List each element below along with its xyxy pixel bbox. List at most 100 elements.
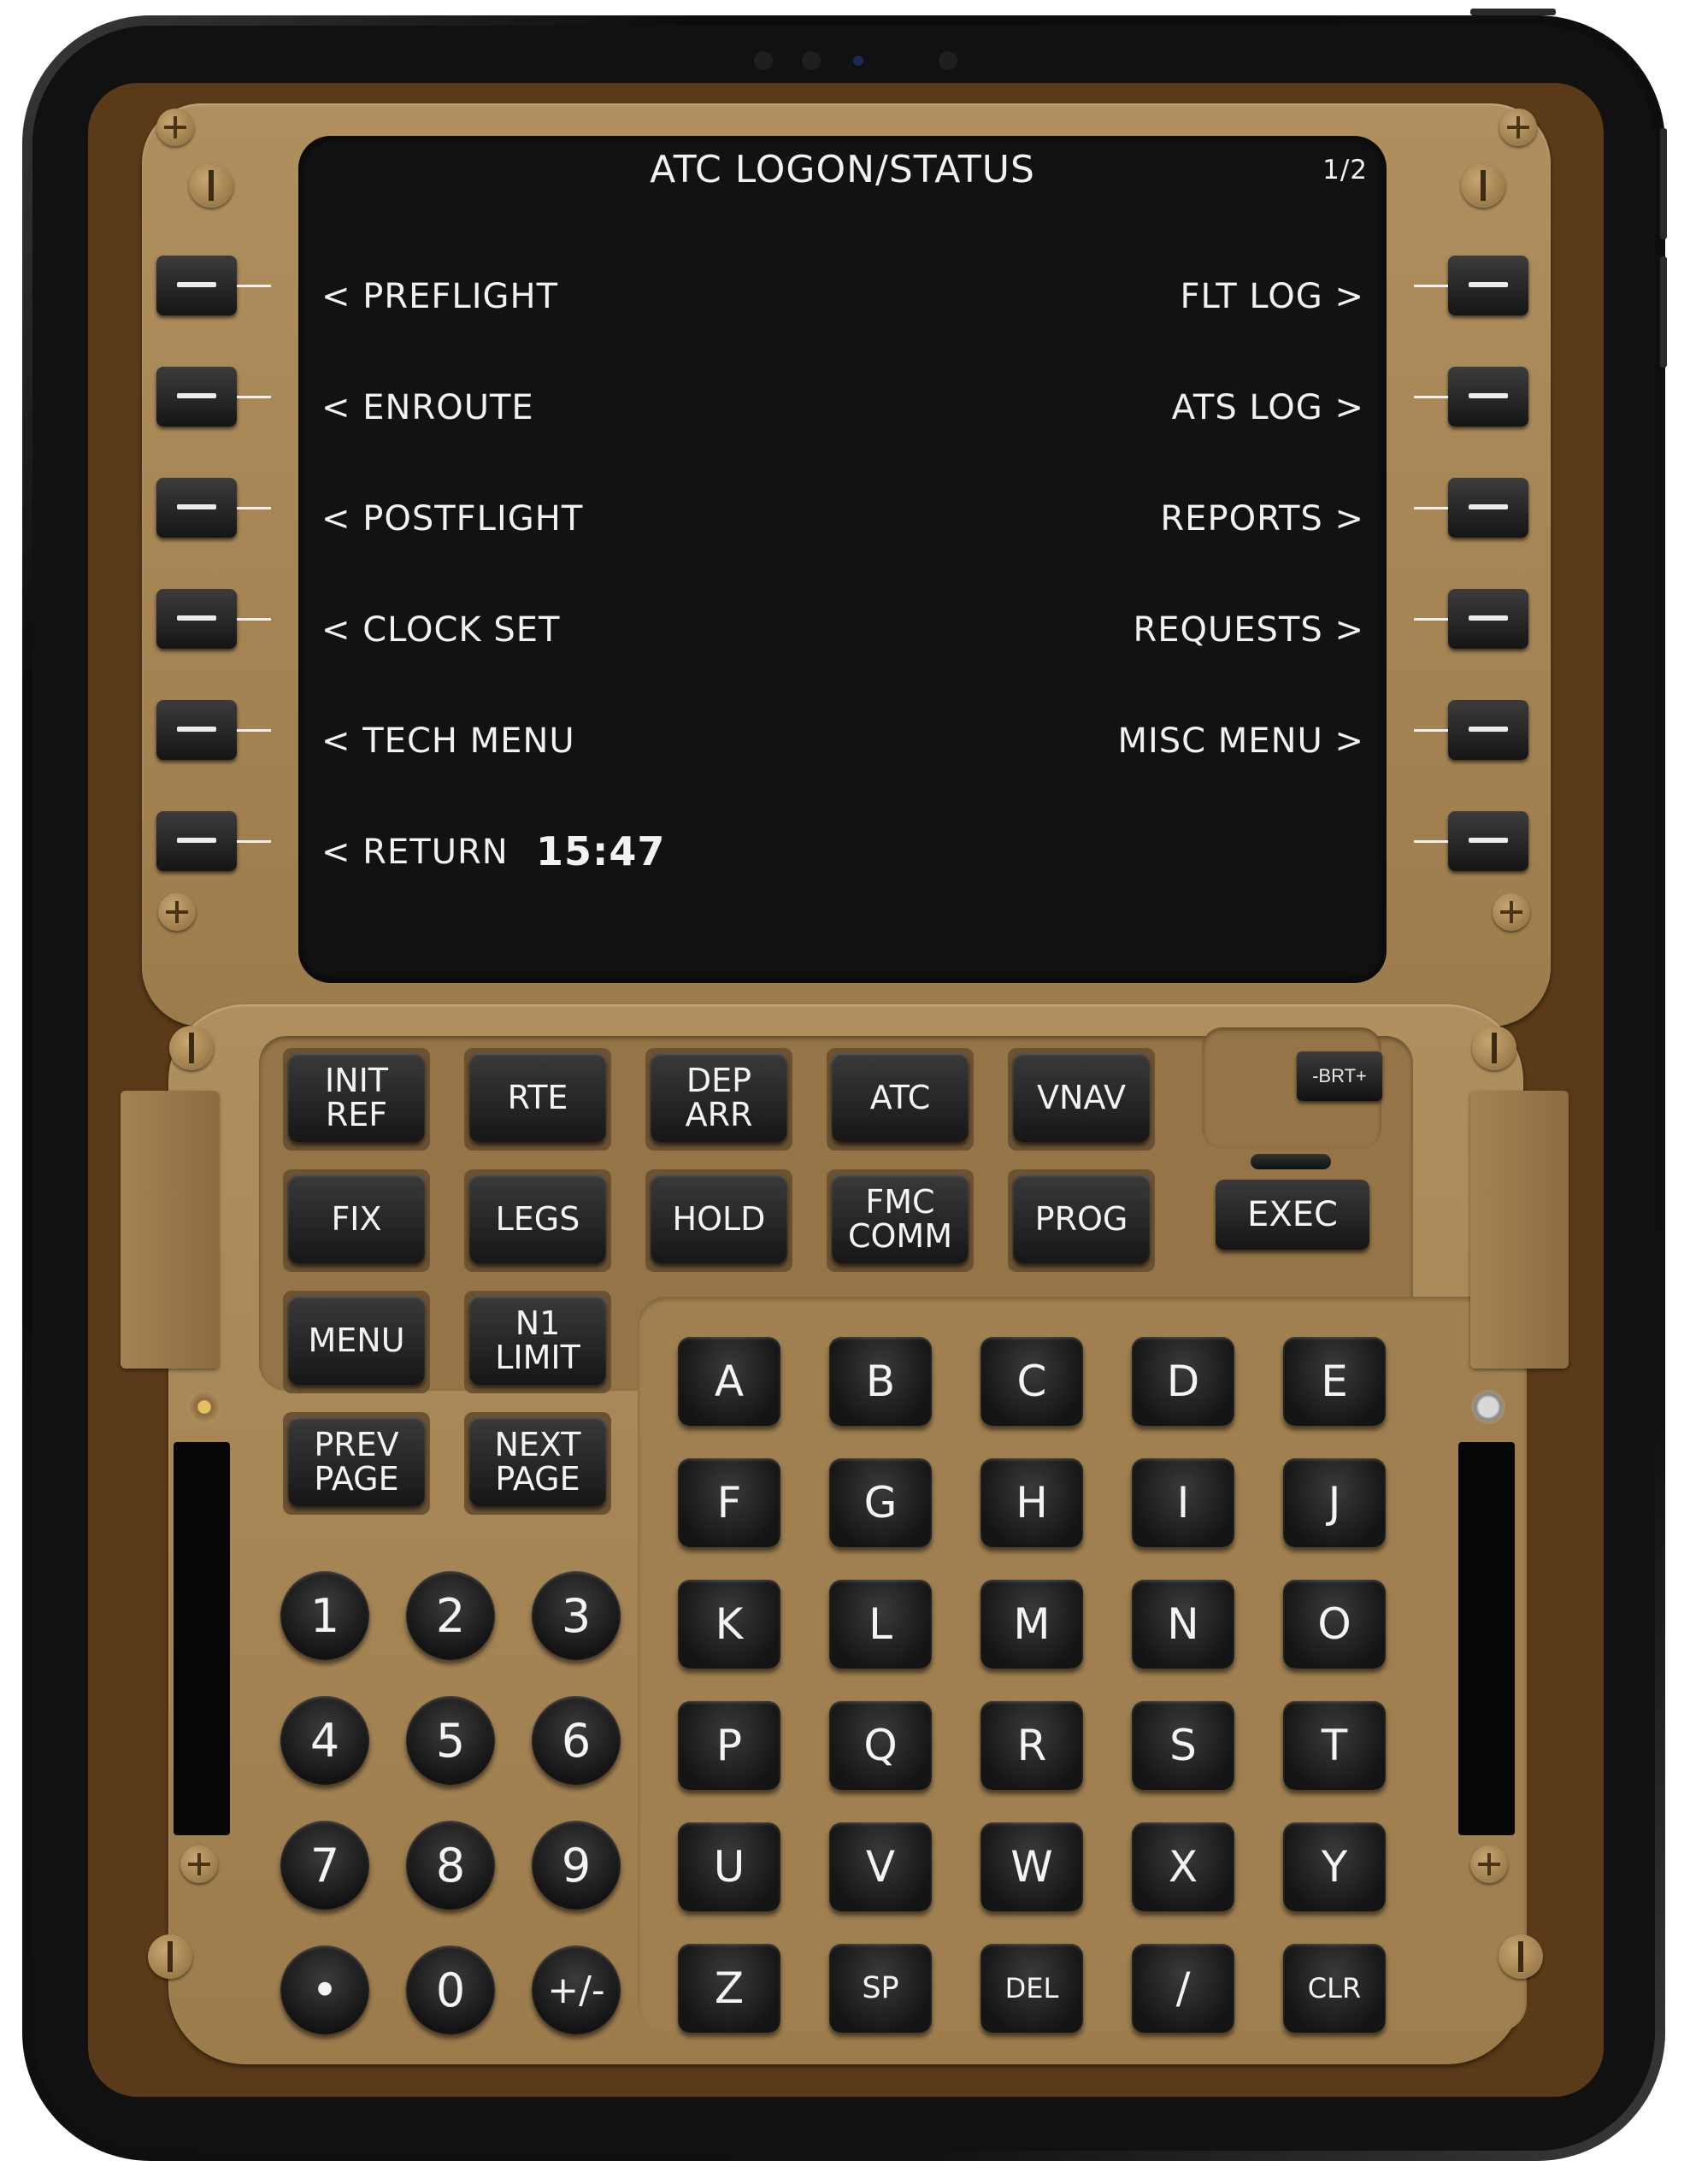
- decimal-key[interactable]: •: [280, 1946, 369, 2034]
- alpha-key-v[interactable]: V: [829, 1822, 932, 1911]
- leader-line: [1414, 618, 1448, 621]
- num-key-0[interactable]: 0: [406, 1946, 495, 2034]
- space-key[interactable]: SP: [829, 1944, 932, 2033]
- alpha-key-u[interactable]: U: [678, 1822, 780, 1911]
- leader-line: [1414, 840, 1448, 843]
- alpha-key-f[interactable]: F: [678, 1458, 780, 1547]
- exec-light-icon: [1251, 1154, 1331, 1169]
- lsk-6r[interactable]: [1448, 811, 1528, 871]
- lsk-3l[interactable]: [156, 478, 237, 538]
- num-key-6[interactable]: 6: [532, 1696, 621, 1785]
- alpha-key-j[interactable]: J: [1283, 1458, 1386, 1547]
- lsk-5r[interactable]: [1448, 700, 1528, 760]
- page-number: 1/2: [1322, 155, 1368, 185]
- alpha-key-h[interactable]: H: [980, 1458, 1083, 1547]
- lsk-4r[interactable]: [1448, 589, 1528, 649]
- camera-lens-icon: [853, 56, 863, 66]
- page-title: ATC LOGON/STATUS: [650, 148, 1035, 191]
- next-page-key[interactable]: NEXT PAGE: [469, 1417, 606, 1506]
- key-well: FMC COMM: [827, 1169, 974, 1272]
- leader-line: [237, 840, 271, 843]
- exec-key[interactable]: EXEC: [1216, 1180, 1369, 1250]
- alpha-key-w[interactable]: W: [980, 1822, 1083, 1911]
- fmc-comm-key[interactable]: FMC COMM: [832, 1174, 969, 1263]
- vnav-key[interactable]: VNAV: [1013, 1053, 1150, 1142]
- screw-icon: [169, 1026, 214, 1070]
- cdu-panel: ATC LOGON/STATUS 1/2 < PREFLIGHT < ENROU…: [88, 83, 1604, 2097]
- alpha-key-s[interactable]: S: [1132, 1701, 1234, 1790]
- key-well: PROG: [1008, 1169, 1155, 1272]
- brightness-control[interactable]: -BRT+: [1297, 1051, 1382, 1101]
- alpha-key-z[interactable]: Z: [678, 1944, 780, 2033]
- screw-icon: [1470, 1846, 1508, 1883]
- screw-icon: [1472, 1026, 1516, 1070]
- alpha-key-d[interactable]: D: [1132, 1337, 1234, 1426]
- alpha-key-o[interactable]: O: [1283, 1580, 1386, 1669]
- lsk-2r[interactable]: [1448, 367, 1528, 427]
- alpha-key-r[interactable]: R: [980, 1701, 1083, 1790]
- delete-key[interactable]: DEL: [980, 1944, 1083, 2033]
- lsk-5r-label: MISC MENU >: [1117, 721, 1364, 761]
- alpha-key-g[interactable]: G: [829, 1458, 932, 1547]
- num-key-9[interactable]: 9: [532, 1821, 621, 1910]
- fail-light-icon: [187, 1390, 221, 1424]
- legs-key[interactable]: LEGS: [469, 1174, 606, 1263]
- key-well: INIT REF: [283, 1048, 430, 1151]
- left-annunciator-slot: [174, 1442, 230, 1835]
- lsk-3r-label: REPORTS >: [1160, 499, 1364, 539]
- alpha-key-p[interactable]: P: [678, 1701, 780, 1790]
- right-handle: [1470, 1091, 1569, 1369]
- hold-key[interactable]: HOLD: [651, 1174, 787, 1263]
- alpha-key-k[interactable]: K: [678, 1580, 780, 1669]
- atc-key[interactable]: ATC: [832, 1053, 969, 1142]
- n1-limit-key[interactable]: N1 LIMIT: [469, 1296, 606, 1385]
- alpha-key-c[interactable]: C: [980, 1337, 1083, 1426]
- num-key-3[interactable]: 3: [532, 1571, 621, 1660]
- lsk-6l-label: < RETURN: [321, 833, 509, 872]
- plus-minus-key[interactable]: +/-: [532, 1946, 621, 2034]
- left-handle: [121, 1091, 219, 1369]
- num-key-8[interactable]: 8: [406, 1821, 495, 1910]
- screw-icon: [1461, 163, 1505, 208]
- fix-key[interactable]: FIX: [288, 1174, 425, 1263]
- prog-key[interactable]: PROG: [1013, 1174, 1150, 1263]
- alpha-key-i[interactable]: I: [1132, 1458, 1234, 1547]
- lsk-3r[interactable]: [1448, 478, 1528, 538]
- alpha-key-e[interactable]: E: [1283, 1337, 1386, 1426]
- alpha-key-y[interactable]: Y: [1283, 1822, 1386, 1911]
- alpha-key-l[interactable]: L: [829, 1580, 932, 1669]
- leader-line: [1414, 396, 1448, 398]
- lsk-1r[interactable]: [1448, 256, 1528, 315]
- menu-key[interactable]: MENU: [288, 1296, 425, 1385]
- num-key-7[interactable]: 7: [280, 1821, 369, 1910]
- sensor-dot: [939, 51, 957, 70]
- clear-key[interactable]: CLR: [1283, 1944, 1386, 2033]
- alpha-key-n[interactable]: N: [1132, 1580, 1234, 1669]
- alpha-key-x[interactable]: X: [1132, 1822, 1234, 1911]
- alpha-key-q[interactable]: Q: [829, 1701, 932, 1790]
- alpha-key-b[interactable]: B: [829, 1337, 932, 1426]
- prev-page-key[interactable]: PREV PAGE: [288, 1417, 425, 1506]
- lsk-6l[interactable]: [156, 811, 237, 871]
- lsk-1l[interactable]: [156, 256, 237, 315]
- num-key-5[interactable]: 5: [406, 1696, 495, 1785]
- alpha-key-t[interactable]: T: [1283, 1701, 1386, 1790]
- num-key-2[interactable]: 2: [406, 1571, 495, 1660]
- lsk-4l[interactable]: [156, 589, 237, 649]
- lsk-5l-label: < TECH MENU: [321, 721, 575, 761]
- lsk-5l[interactable]: [156, 700, 237, 760]
- slash-key[interactable]: /: [1132, 1944, 1234, 2033]
- dep-arr-key[interactable]: DEP ARR: [651, 1053, 787, 1142]
- power-button: [1470, 9, 1556, 15]
- num-key-1[interactable]: 1: [280, 1571, 369, 1660]
- key-well: LEGS: [464, 1169, 611, 1272]
- key-well: NEXT PAGE: [464, 1412, 611, 1515]
- alpha-key-a[interactable]: A: [678, 1337, 780, 1426]
- init-ref-key[interactable]: INIT REF: [288, 1053, 425, 1142]
- rte-key[interactable]: RTE: [469, 1053, 606, 1142]
- screw-icon: [180, 1846, 218, 1883]
- alpha-key-m[interactable]: M: [980, 1580, 1083, 1669]
- screw-icon: [1499, 109, 1537, 146]
- lsk-2l[interactable]: [156, 367, 237, 427]
- num-key-4[interactable]: 4: [280, 1696, 369, 1785]
